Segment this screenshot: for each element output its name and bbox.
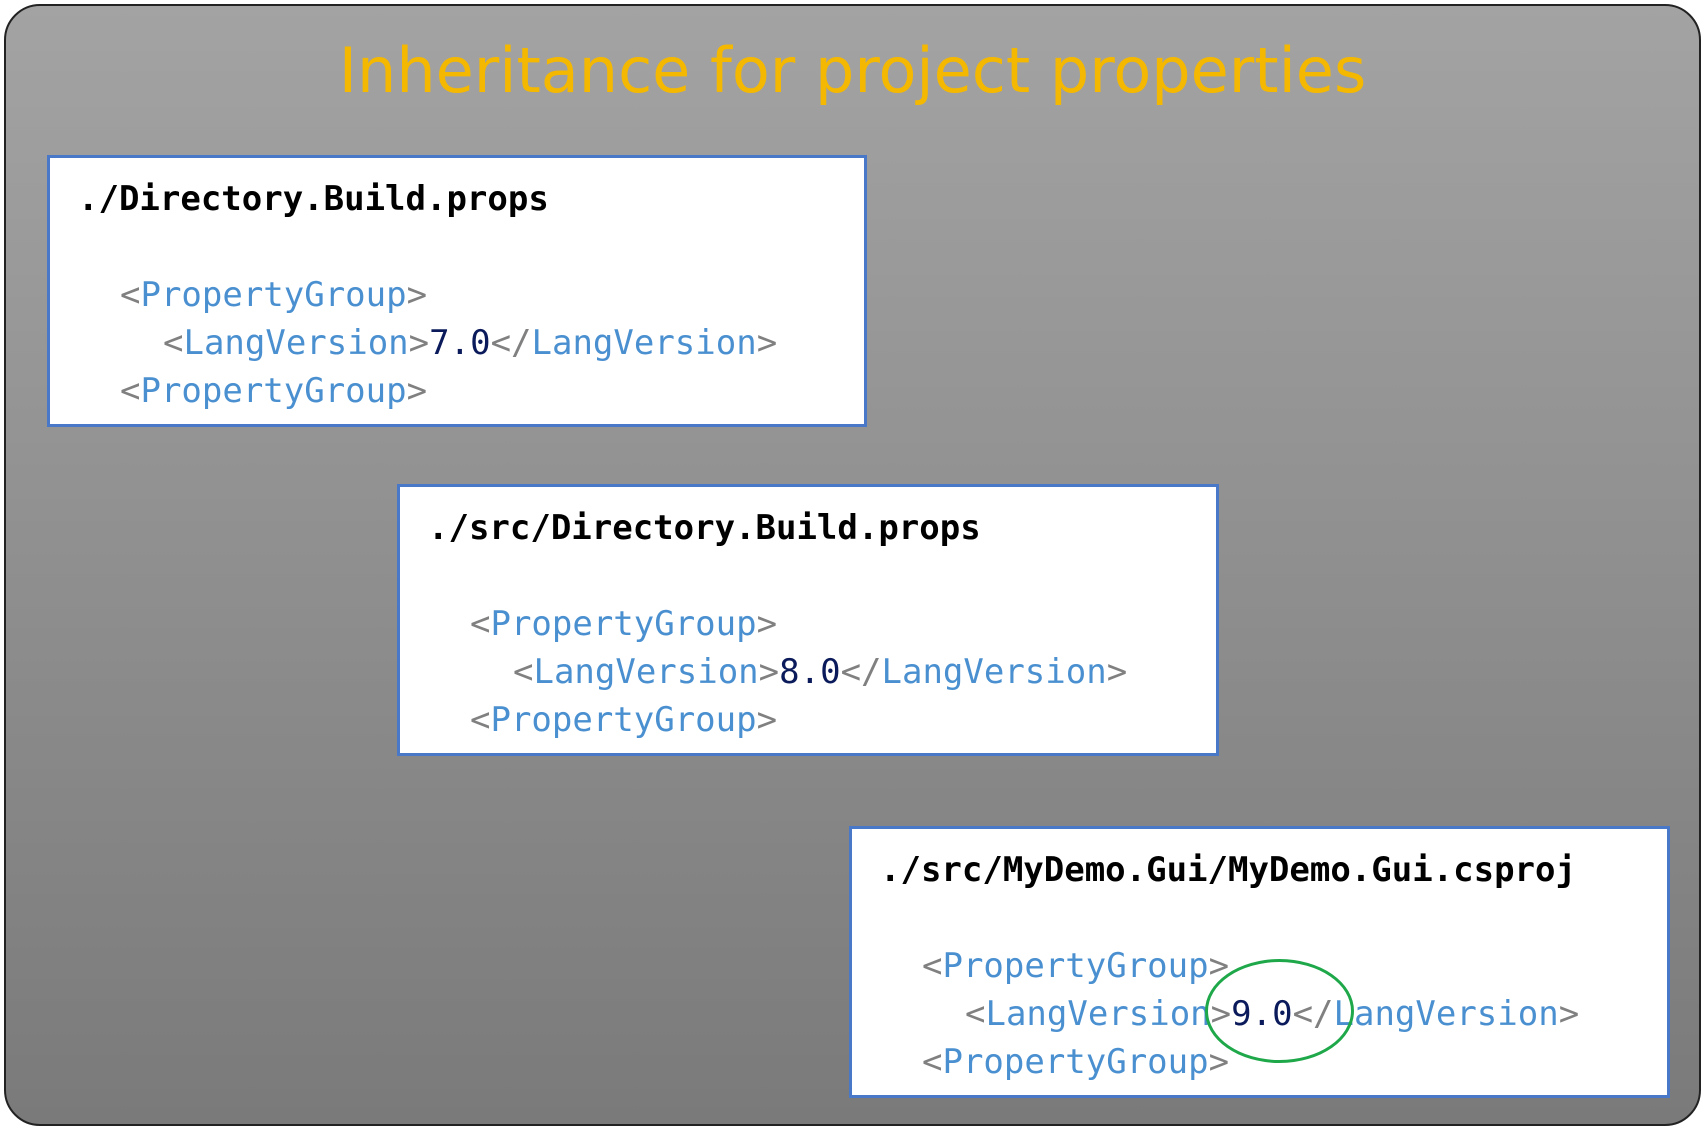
- tag-name: PropertyGroup: [490, 700, 757, 740]
- tag-name: PropertyGroup: [942, 946, 1209, 986]
- tag-name: PropertyGroup: [140, 275, 407, 315]
- tag-name: PropertyGroup: [490, 604, 757, 644]
- property-group-close-line: <PropertyGroup>: [922, 1042, 1230, 1082]
- tag-name: PropertyGroup: [140, 371, 407, 411]
- property-group-open-line: <PropertyGroup>: [120, 275, 428, 315]
- file-path: ./src/MyDemo.Gui/MyDemo.Gui.csproj: [880, 850, 1576, 890]
- tag-name: LangVersion: [881, 652, 1107, 692]
- lang-version-line: <LangVersion>8.0</LangVersion>: [513, 652, 1128, 692]
- highlight-circle: [1205, 959, 1354, 1063]
- code-box-root-props: ./Directory.Build.props <PropertyGroup> …: [47, 155, 867, 427]
- lang-version-line: <LangVersion>7.0</LangVersion>: [163, 323, 778, 363]
- tag-name: LangVersion: [183, 323, 409, 363]
- slide-title: Inheritance for project properties: [338, 34, 1367, 107]
- code-box-src-props: ./src/Directory.Build.props <PropertyGro…: [397, 484, 1219, 756]
- tag-name: LangVersion: [533, 652, 759, 692]
- property-group-close-line: <PropertyGroup>: [470, 700, 778, 740]
- lang-version-value: 8.0: [779, 652, 841, 692]
- tag-name: LangVersion: [985, 994, 1211, 1034]
- file-path: ./Directory.Build.props: [78, 179, 549, 219]
- tag-name: LangVersion: [531, 323, 757, 363]
- tag-name: LangVersion: [1333, 994, 1559, 1034]
- tag-name: PropertyGroup: [942, 1042, 1209, 1082]
- file-path: ./src/Directory.Build.props: [428, 508, 981, 548]
- lang-version-value: 7.0: [429, 323, 491, 363]
- property-group-open-line: <PropertyGroup>: [922, 946, 1230, 986]
- property-group-close-line: <PropertyGroup>: [120, 371, 428, 411]
- property-group-open-line: <PropertyGroup>: [470, 604, 778, 644]
- slide-background: Inheritance for project properties ./Dir…: [4, 4, 1701, 1126]
